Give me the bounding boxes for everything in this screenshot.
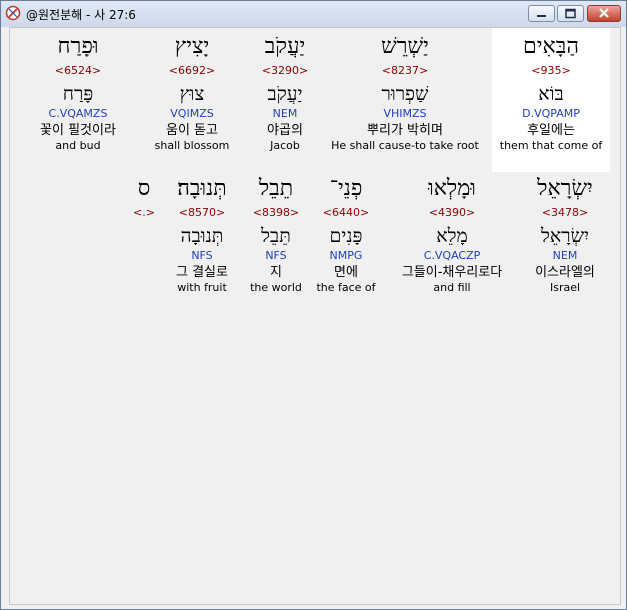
hebrew-word: תְּנוּבָה׃ xyxy=(177,176,227,201)
word-analysis-panel: וּפָרַח <6524> פָּרַח C.VQAMZS 꽃이 필것이라 a… xyxy=(9,27,621,605)
parsing-code: VHIMZS xyxy=(383,107,427,120)
korean-gloss: 후일에는 xyxy=(527,123,575,138)
close-button[interactable] xyxy=(587,5,621,22)
word-block[interactable]: וּפָרַח <6524> פָּרַח C.VQAMZS 꽃이 필것이라 a… xyxy=(22,32,134,153)
korean-gloss: 야곱의 xyxy=(267,123,303,138)
hebrew-word: ס xyxy=(137,176,151,201)
korean-gloss: 그들이-채우리로다 xyxy=(401,265,503,280)
parsing-code: D.VQPAMP xyxy=(522,107,580,120)
english-gloss: shall blossom xyxy=(154,139,230,152)
word-block[interactable]: יָצִיץ <6692> צוּץ VQIMZS 움이 돋고 shall bl… xyxy=(146,32,238,153)
hebrew-word: וּמָלְאוּ xyxy=(428,176,476,201)
hebrew-word: יַעֲקֹב xyxy=(264,34,306,59)
lemma: פָּרַח xyxy=(62,83,94,105)
korean-gloss: 그 결실로 xyxy=(176,265,228,280)
korean-gloss: 뿌리가 박히며 xyxy=(367,123,443,138)
app-window: @원전분해 - 사 27:6 וּפָרַח <6524> פָּרַח C.V… xyxy=(0,0,627,610)
parsing-code: VQIMZS xyxy=(170,107,214,120)
word-block[interactable]: תֵבֵל <8398> תֵּבֵל NFS 지 the world xyxy=(244,174,308,295)
parsing-code: NFS xyxy=(191,249,213,262)
english-gloss: Israel xyxy=(549,281,581,294)
english-gloss: with fruit xyxy=(177,281,227,294)
hebrew-word: תֵבֵל xyxy=(258,176,294,201)
strong-number[interactable]: <935> xyxy=(492,64,610,78)
english-gloss: Jacob xyxy=(270,139,300,152)
english-gloss: He shall cause-to take root xyxy=(331,139,479,152)
minimize-icon xyxy=(537,15,546,17)
hebrew-word: יַשְׁרֵשׁ xyxy=(381,34,429,59)
hebrew-word: וּפָרַח xyxy=(57,34,99,59)
lemma: יַעֲקֹב xyxy=(267,83,303,105)
lemma: בּוֹא xyxy=(538,83,564,105)
lemma: שַׁפְרוּר xyxy=(381,83,429,105)
window-title: @원전분해 - 사 27:6 xyxy=(26,8,136,22)
maximize-button[interactable] xyxy=(557,5,584,22)
strong-number[interactable]: <6692> xyxy=(146,64,238,78)
strong-number[interactable]: <.> xyxy=(124,206,164,220)
parsing-code: C.VQACZP xyxy=(423,249,481,262)
lemma: תֵּבֵל xyxy=(261,225,291,247)
word-block[interactable]: תְּנוּבָה׃ <8570> תְּנוּבָה NFS 그 결실로 wi… xyxy=(162,174,242,295)
korean-gloss: 꽃이 필것이라 xyxy=(40,123,116,138)
strong-number[interactable]: <3290> xyxy=(246,64,324,78)
strong-number[interactable]: <4390> xyxy=(386,206,518,220)
strong-number[interactable]: <8398> xyxy=(244,206,308,220)
word-block[interactable]: יַעֲקֹב <3290> יַעֲקֹב NEM 야곱의 Jacob xyxy=(246,32,324,153)
strong-number[interactable]: <8570> xyxy=(162,206,242,220)
strong-number[interactable]: <6440> xyxy=(308,206,384,220)
parsing-code: C.VQAMZS xyxy=(48,107,108,120)
hebrew-word: יִשְׂרָאֵל xyxy=(537,176,593,201)
strong-number[interactable]: <6524> xyxy=(22,64,134,78)
strong-number[interactable]: <8237> xyxy=(324,64,486,78)
close-icon xyxy=(599,8,609,18)
english-gloss: and fill xyxy=(433,281,471,294)
word-block[interactable]: וּמָלְאוּ <4390> מָלֵא C.VQACZP 그들이-채우리로… xyxy=(386,174,518,295)
english-gloss: them that come of xyxy=(499,139,603,152)
lemma: יִשְׂרָאֵל xyxy=(540,225,590,247)
korean-gloss: 이스라엘의 xyxy=(535,265,595,280)
parsing-code: NMPG xyxy=(329,249,363,262)
parsing-code: NEM xyxy=(272,107,298,120)
app-logo-icon xyxy=(5,5,21,21)
english-gloss: the face of xyxy=(316,281,376,294)
lemma: מָלֵא xyxy=(436,225,468,247)
english-gloss: and bud xyxy=(55,139,101,152)
parsing-code: NFS xyxy=(265,249,287,262)
lemma: תְּנוּבָה xyxy=(180,225,224,247)
korean-gloss: 면에 xyxy=(334,265,358,280)
korean-gloss: 지 xyxy=(270,265,282,280)
lemma: פָּנִים xyxy=(329,225,363,247)
hebrew-word: יָצִיץ xyxy=(174,34,210,59)
hebrew-word: הַבָּאִים xyxy=(523,34,579,59)
hebrew-word: פְנֵי־ xyxy=(329,176,363,201)
word-block-selected[interactable]: הַבָּאִים <935> בּוֹא D.VQPAMP 후일에는 them… xyxy=(492,28,610,172)
strong-number[interactable]: <3478> xyxy=(518,206,612,220)
word-block[interactable]: יַשְׁרֵשׁ <8237> שַׁפְרוּר VHIMZS 뿌리가 박히… xyxy=(324,32,486,153)
minimize-button[interactable] xyxy=(528,5,555,22)
korean-gloss: 움이 돋고 xyxy=(166,123,218,138)
english-gloss: the world xyxy=(250,281,302,294)
word-block[interactable]: ס <.> xyxy=(124,174,164,220)
parsing-code: NEM xyxy=(552,249,578,262)
maximize-icon xyxy=(565,8,576,19)
word-block[interactable]: יִשְׂרָאֵל <3478> יִשְׂרָאֵל NEM 이스라엘의 I… xyxy=(518,174,612,295)
word-block[interactable]: פְנֵי־ <6440> פָּנִים NMPG 면에 the face o… xyxy=(308,174,384,295)
title-bar[interactable]: @원전분해 - 사 27:6 xyxy=(1,1,626,27)
lemma: צוּץ xyxy=(179,83,205,105)
